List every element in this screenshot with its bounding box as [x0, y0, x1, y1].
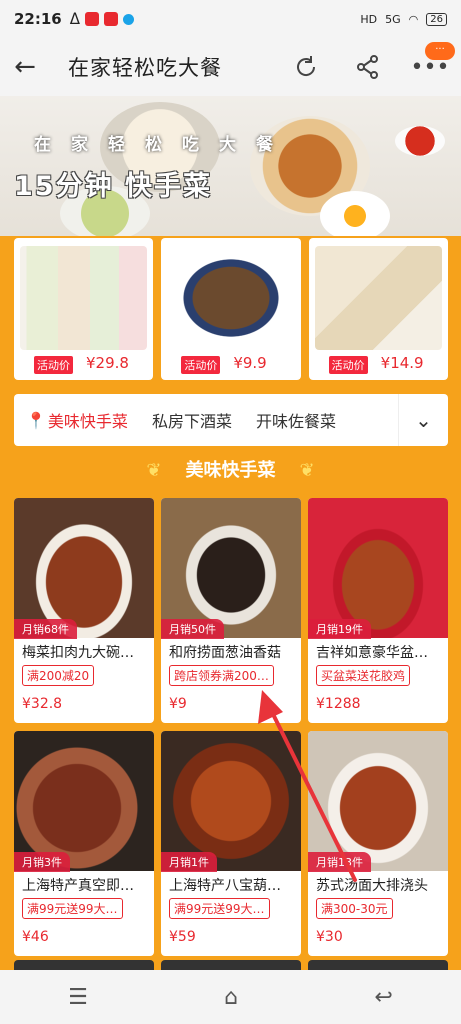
category-tabs: 📍 美味快手菜 私房下酒菜 开味佐餐菜 ⌄: [14, 394, 448, 446]
product-name: 梅菜扣肉九大碗…: [22, 645, 134, 661]
product-image: [14, 498, 154, 638]
chevron-down-icon: ⌄: [415, 408, 432, 432]
status-app-icons: ᐃ: [69, 10, 135, 28]
product-price: ¥32.8: [22, 696, 63, 712]
location-pin-icon: 📍: [26, 410, 46, 430]
promo-tag: 活动价: [328, 356, 368, 374]
promo-product-image: [167, 246, 295, 350]
product-image: [308, 498, 448, 638]
banner-slogan: 15分钟 快手菜: [14, 171, 212, 202]
promo-label: 买盆菜送花胶鸡: [316, 665, 411, 686]
product-grid: 月销68件 梅菜扣肉九大碗… 满200减20 ¥32.8 月销50件 和府捞面葱…: [14, 498, 448, 956]
tab-label: 美味快手菜: [47, 412, 128, 431]
refresh-button[interactable]: [275, 38, 337, 96]
promo-price: ¥29.8: [86, 354, 129, 372]
system-navigation-bar: ☰ ⌂ ↩: [0, 970, 461, 1024]
product-image: [161, 498, 301, 638]
promo-product-image: [20, 246, 148, 350]
product-card-peek: [161, 960, 301, 970]
promo-tag: 活动价: [34, 356, 73, 374]
page-title: 在家轻松吃大餐: [68, 56, 222, 80]
promo-label: 满200减20: [22, 665, 95, 686]
product-image: [161, 731, 301, 871]
home-icon[interactable]: ⌂: [224, 985, 238, 1010]
wheat-icon: ❦: [146, 460, 162, 481]
sales-badge: 月销50件: [161, 619, 224, 639]
product-price: ¥59: [169, 929, 196, 945]
sales-badge: 月销13件: [308, 852, 371, 872]
promo-tag: 活动价: [181, 356, 221, 374]
menu-icon[interactable]: ☰: [68, 985, 88, 1010]
promo-price: ¥9.9: [233, 354, 267, 372]
banner-food-image-4: [320, 191, 390, 236]
message-badge: ···: [425, 42, 455, 60]
status-time: 22:16: [14, 10, 62, 28]
product-price: ¥30: [316, 929, 343, 945]
back-arrow-icon: ←: [14, 52, 36, 82]
product-price: ¥9: [169, 696, 187, 712]
product-card[interactable]: 月销1件 上海特产八宝葫… 满99元送99大… ¥59: [161, 731, 301, 956]
top-nav-bar: ← 在家轻松吃大餐 ••• ···: [0, 38, 461, 96]
tab-category-appetizer-dishes[interactable]: 开味佐餐菜: [244, 408, 348, 432]
product-name: 吉祥如意豪华盆…: [316, 645, 428, 661]
sales-badge: 月销19件: [308, 619, 371, 639]
tab-label: 开味佐餐菜: [255, 412, 336, 431]
product-card[interactable]: 月销19件 吉祥如意豪华盆… 买盆菜送花胶鸡 ¥1288: [308, 498, 448, 723]
share-icon: [357, 55, 378, 79]
signal-label: 5G: [385, 12, 401, 26]
product-card[interactable]: 月销50件 和府捞面葱油香菇 跨店领券满200… ¥9: [161, 498, 301, 723]
app-dot-icon: [123, 13, 135, 25]
tab-category-quick-dishes[interactable]: 📍 美味快手菜: [14, 408, 140, 432]
app-notification-icon-2: [104, 12, 119, 26]
status-bar: 22:16 ᐃ HD 5G ◠ 26: [0, 0, 461, 38]
section-title: 美味快手菜: [185, 460, 276, 481]
product-card[interactable]: 月销3件 上海特产真空即… 满99元送99大… ¥46: [14, 731, 154, 956]
product-image: [14, 731, 154, 871]
sales-badge: 月销1件: [161, 852, 217, 872]
promo-price: ¥14.9: [380, 354, 424, 372]
refresh-icon: [297, 56, 316, 76]
expand-categories-button[interactable]: ⌄: [398, 394, 448, 446]
promo-label: 满99元送99大…: [169, 898, 270, 919]
promo-card[interactable]: 活动价 ¥9.9: [161, 238, 301, 380]
promo-card[interactable]: 活动价 ¥14.9: [308, 238, 448, 380]
banner-slogan-top: 在家轻松吃大餐: [34, 135, 293, 155]
product-price: ¥1288: [316, 696, 361, 712]
product-name: 和府捞面葱油香菇: [169, 645, 281, 661]
product-card-peek: [308, 960, 448, 970]
section-heading: ❦ 美味快手菜 ❦: [0, 456, 461, 486]
product-card[interactable]: 月销13件 苏式汤面大排浇头 满300-30元 ¥30: [308, 731, 448, 956]
person-icon: ᐃ: [69, 10, 81, 28]
wheat-icon: ❦: [299, 460, 315, 481]
app-notification-icon: [85, 12, 100, 26]
promo-product-image: [314, 246, 442, 350]
status-right: HD 5G ◠ 26: [360, 12, 447, 26]
share-button[interactable]: [337, 38, 399, 96]
battery-icon: 26: [426, 12, 447, 26]
product-price: ¥46: [22, 929, 49, 945]
product-card-peek: [14, 960, 154, 970]
back-button[interactable]: ←: [0, 38, 50, 96]
product-card[interactable]: 月销68件 梅菜扣肉九大碗… 满200减20 ¥32.8: [14, 498, 154, 723]
promo-label: 满300-30元: [316, 898, 393, 919]
tab-label: 私房下酒菜: [151, 412, 232, 431]
system-back-icon[interactable]: ↩: [374, 985, 392, 1010]
next-row-preview: [14, 960, 448, 970]
sales-badge: 月销68件: [14, 619, 77, 639]
more-button[interactable]: ••• ···: [399, 38, 461, 96]
product-image: [308, 731, 448, 871]
product-name: 上海特产真空即…: [22, 878, 134, 894]
product-name: 苏式汤面大排浇头: [316, 878, 428, 894]
banner-food-image-3: [395, 126, 445, 156]
promo-label: 满99元送99大…: [22, 898, 123, 919]
hero-banner[interactable]: 在家轻松吃大餐 15分钟 快手菜: [0, 96, 461, 236]
wifi-icon: ◠: [408, 12, 419, 26]
promo-card[interactable]: 活动价 ¥29.8: [14, 238, 154, 380]
promo-row: 活动价 ¥29.8 活动价 ¥9.9 活动价 ¥14.9: [14, 238, 448, 380]
product-name: 上海特产八宝葫…: [169, 878, 281, 894]
sales-badge: 月销3件: [14, 852, 70, 872]
tab-category-drinking-dishes[interactable]: 私房下酒菜: [140, 408, 244, 432]
hd-icon: HD: [360, 12, 378, 26]
promo-label: 跨店领券满200…: [169, 665, 274, 686]
